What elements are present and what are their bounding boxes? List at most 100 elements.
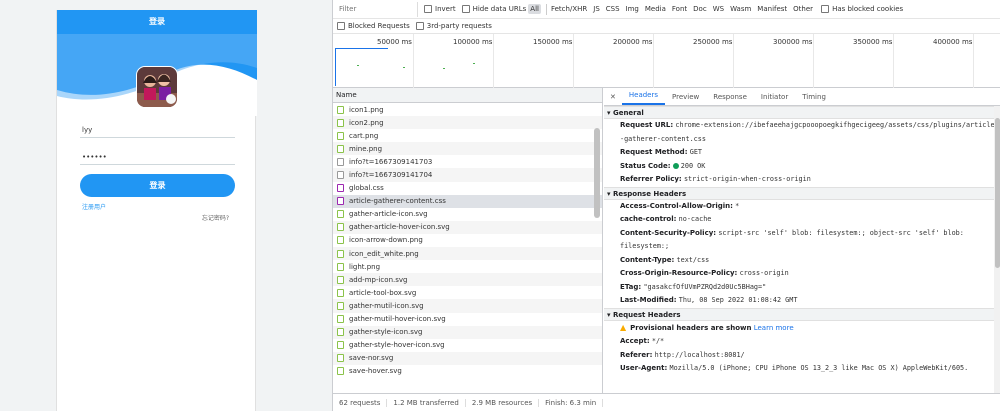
request-row[interactable]: save-nor.svg (333, 351, 602, 365)
request-row[interactable]: light.png (333, 260, 602, 273)
request-row[interactable]: gather-article-icon.svg (333, 208, 602, 221)
image-file-icon (337, 328, 344, 337)
finish-time: Finish: 6.3 min (539, 398, 604, 407)
type-filter-img[interactable]: Img (624, 4, 641, 14)
password-input[interactable]: •••••• (80, 149, 235, 165)
document-file-icon (337, 157, 344, 166)
response-headers-section-header[interactable]: ▾ Response Headers (604, 186, 1000, 200)
header-row: Accept: */* (620, 337, 665, 345)
type-filter-other[interactable]: Other (791, 4, 815, 14)
avatar[interactable] (136, 66, 178, 108)
css-file-icon (337, 184, 344, 193)
request-row[interactable]: icon1.png (333, 103, 602, 116)
checkbox-icon (337, 22, 345, 30)
hide-data-urls-checkbox[interactable]: Hide data URLs (461, 5, 526, 13)
close-icon[interactable]: ✕ (604, 93, 622, 105)
timeline-request-dot (443, 68, 445, 69)
request-row[interactable]: mine.png (333, 142, 602, 156)
request-row[interactable]: gather-style-hover-icon.svg (333, 339, 602, 352)
learn-more-link[interactable]: Learn more (754, 324, 794, 332)
header-row: Content-Security-Policy: script-src 'sel… (620, 228, 964, 251)
request-row[interactable]: info?t=1667309141704 (333, 168, 602, 182)
detail-tabs: ✕ Headers Preview Response Initiator Tim… (604, 88, 1000, 106)
timeline-gridline (653, 34, 654, 88)
filter-input[interactable] (336, 1, 418, 17)
tab-initiator[interactable]: Initiator (754, 93, 795, 105)
css-file-icon (337, 197, 344, 206)
page-title: 登录 (57, 10, 257, 34)
timeline-gridline (893, 34, 894, 88)
header-row: Last-Modified: Thu, 08 Sep 2022 01:08:42… (620, 296, 798, 304)
request-row[interactable]: global.css (333, 182, 602, 195)
header-row: Referrer Policy: strict-origin-when-cros… (620, 175, 811, 183)
image-file-icon (337, 354, 344, 363)
request-row[interactable]: gather-mutil-icon.svg (333, 299, 602, 313)
type-filter-all[interactable]: All (528, 4, 541, 14)
timeline-tick-label: 150000 ms (533, 38, 573, 46)
resources-size: 2.9 MB resources (466, 398, 540, 407)
login-page: 登录 lyy •••••• 登录 注册用户 忘记密码? (56, 10, 257, 411)
request-row[interactable]: icon2.png (333, 116, 602, 130)
timeline-tick-label: 400000 ms (933, 38, 973, 46)
image-file-icon (337, 118, 344, 127)
checkbox-icon (415, 22, 424, 30)
image-file-icon (337, 288, 344, 297)
timeline-tick-label: 350000 ms (853, 38, 893, 46)
request-row[interactable]: cart.png (333, 129, 602, 142)
request-row[interactable]: add-mp-icon.svg (333, 273, 602, 287)
tab-preview[interactable]: Preview (665, 93, 706, 105)
has-blocked-cookies-checkbox[interactable]: Has blocked cookies (821, 5, 903, 13)
type-filter-media[interactable]: Media (643, 4, 668, 14)
login-button[interactable]: 登录 (80, 174, 235, 197)
timeline-request-marker (335, 48, 336, 86)
timeline-gridline (813, 34, 814, 88)
type-filter-css[interactable]: CSS (604, 4, 622, 14)
request-row[interactable]: gather-style-icon.svg (333, 325, 602, 339)
timeline-request-marker (335, 48, 388, 49)
request-row[interactable]: icon_edit_white.png (333, 247, 602, 261)
timeline-gridline (573, 34, 574, 88)
type-filter-fetch-xhr[interactable]: Fetch/XHR (549, 4, 589, 14)
request-row[interactable]: gather-mutil-hover-icon.svg (333, 313, 602, 326)
provisional-headers-warning: ▲ Provisional headers are shown Learn mor… (620, 322, 794, 332)
register-link[interactable]: 注册用户 (82, 202, 106, 211)
header-row: Access-Control-Allow-Origin: * (620, 201, 740, 210)
header-row: ETag: "gasakcfOfUVmPZRQd2d0Uc5BHag=" (620, 282, 767, 291)
request-row-selected[interactable]: article-gatherer-content.css (333, 194, 602, 208)
tab-headers[interactable]: Headers (621, 91, 666, 105)
forgot-password-link[interactable]: 忘记密码? (202, 213, 229, 222)
invert-checkbox[interactable]: Invert (424, 5, 456, 13)
username-input[interactable]: lyy (80, 122, 235, 138)
request-list-scrollbar[interactable] (594, 128, 600, 218)
document-file-icon (337, 171, 344, 180)
image-file-icon (337, 144, 344, 153)
timeline-gridline (733, 34, 734, 88)
request-headers-section-header[interactable]: ▾ Request Headers (604, 307, 1000, 321)
request-row[interactable]: gather-article-hover-icon.svg (333, 220, 602, 234)
request-row[interactable]: article-tool-box.svg (333, 286, 602, 299)
request-count: 62 requests (333, 398, 388, 407)
third-party-requests-checkbox[interactable]: 3rd-party requests (415, 22, 492, 30)
type-filter-doc[interactable]: Doc (691, 4, 709, 14)
request-row[interactable]: save-hover.svg (333, 365, 602, 378)
type-filter-manifest[interactable]: Manifest (755, 4, 789, 14)
type-filter-font[interactable]: Font (670, 4, 689, 14)
filter-toolbar-secondary: Blocked Requests 3rd-party requests (333, 19, 1000, 34)
tab-timing[interactable]: Timing (795, 93, 833, 105)
network-overview-timeline[interactable]: 50000 ms 100000 ms 150000 ms 200000 ms 2… (333, 34, 1000, 88)
column-header-name[interactable]: Name (333, 88, 602, 103)
blocked-requests-checkbox[interactable]: Blocked Requests (337, 22, 410, 30)
general-section-header[interactable]: ▾ General (604, 106, 1000, 119)
request-row[interactable]: icon-arrow-down.png (333, 234, 602, 247)
transferred-size: 1.2 MB transferred (387, 398, 466, 407)
detail-scrollbar-thumb[interactable] (995, 118, 1000, 268)
image-file-icon (337, 236, 344, 245)
checkbox-icon (821, 5, 830, 13)
image-file-icon (337, 367, 344, 376)
type-filter-wasm[interactable]: Wasm (728, 4, 753, 14)
type-filter-js[interactable]: JS (591, 4, 602, 14)
checkbox-icon (424, 5, 432, 13)
type-filter-ws[interactable]: WS (711, 4, 726, 14)
request-row[interactable]: info?t=1667309141703 (333, 155, 602, 168)
tab-response[interactable]: Response (706, 93, 754, 105)
